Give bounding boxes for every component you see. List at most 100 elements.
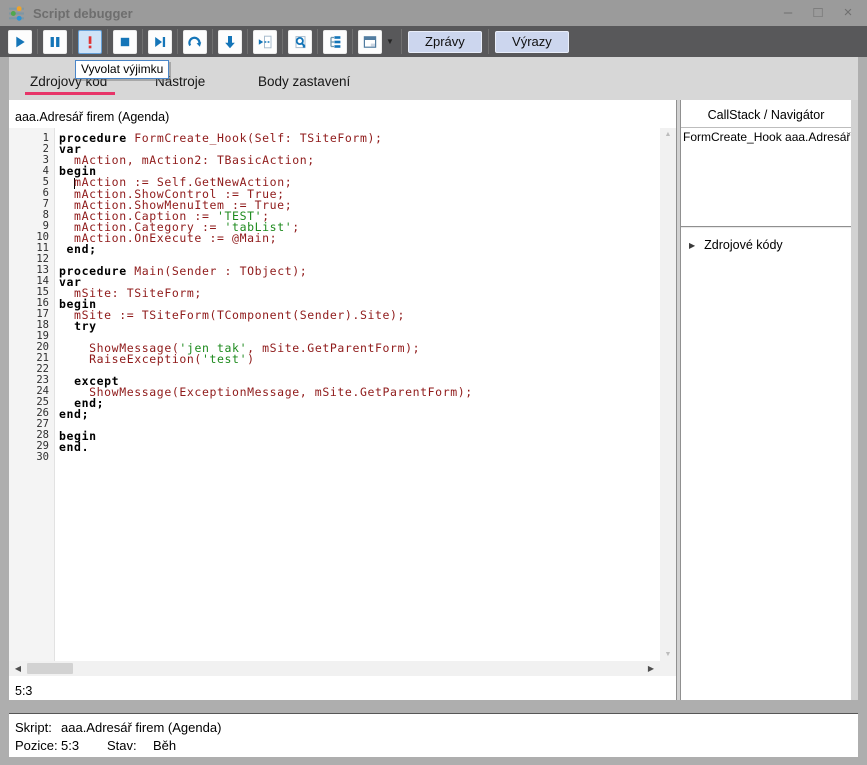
play-icon: [12, 34, 28, 50]
script-structure-button[interactable]: [323, 30, 347, 54]
toolbar-separator: [107, 29, 108, 54]
state-label: Stav:: [107, 738, 153, 753]
code-line[interactable]: procedure FormCreate_Hook(Self: TSiteFor…: [59, 133, 660, 144]
close-button[interactable]: ×: [839, 3, 857, 23]
state-value: Běh: [153, 738, 176, 753]
find-in-script-button[interactable]: [288, 30, 312, 54]
window-title: Script debugger: [33, 6, 133, 21]
toolbar-separator: [317, 29, 318, 54]
code-line[interactable]: end;: [59, 244, 660, 255]
expander-icon[interactable]: ▶: [689, 241, 695, 250]
horizontal-scrollbar[interactable]: ◀ ▶: [9, 661, 660, 676]
debug-toolbar: ▼ Zprávy Výrazy: [0, 26, 867, 57]
raise-exception-button[interactable]: [78, 30, 102, 54]
scroll-up-icon[interactable]: ▲: [665, 131, 672, 138]
maximize-button[interactable]: □: [809, 3, 827, 23]
callstack-panel: CallStack / Navigátor FormCreate_Hook aa…: [681, 100, 851, 700]
code-line[interactable]: RaiseException('test'): [59, 354, 660, 365]
code-line[interactable]: end;: [59, 409, 660, 420]
window-frame: Zdrojový kód Nástroje Body zastavení Vyv…: [0, 57, 867, 765]
run-button[interactable]: [8, 30, 32, 54]
code-line[interactable]: mAction.OnExecute := @Main;: [59, 233, 660, 244]
script-debugger-window: Script debugger – □ × ▼ Zprávy Výrazy Zdro…: [0, 0, 867, 765]
titlebar: Script debugger – □ ×: [0, 0, 867, 26]
run-to-cursor-button[interactable]: [253, 30, 277, 54]
tree-item-zdrojov-k-dy[interactable]: ▶ Zdrojové kódy: [681, 229, 851, 252]
stop-button[interactable]: [113, 30, 137, 54]
scroll-right-icon[interactable]: ▶: [642, 664, 660, 673]
messages-button[interactable]: Zprávy: [408, 31, 482, 53]
code-line[interactable]: mSite: TSiteForm;: [59, 288, 660, 299]
position-label: Pozice:: [15, 738, 61, 753]
status-row-script: Skript: aaa.Adresář firem (Agenda): [15, 720, 852, 735]
code-line[interactable]: ShowMessage(ExceptionMessage, mSite.GetP…: [59, 387, 660, 398]
navigator-tree: ▶ Zdrojové kódy: [681, 229, 851, 252]
code-line[interactable]: end.: [59, 442, 660, 453]
status-panel: Skript: aaa.Adresář firem (Agenda) Pozic…: [9, 713, 858, 757]
step-into-button[interactable]: [218, 30, 242, 54]
toolbar-separator: [282, 29, 283, 54]
code-line[interactable]: end;: [59, 398, 660, 409]
callstack-list: FormCreate_Hook aaa.Adresář fire: [681, 127, 851, 224]
toolbar-separator: [488, 29, 489, 54]
toolbar-separator: [247, 29, 248, 54]
scrollbar-thumb[interactable]: [27, 663, 73, 674]
code-editor[interactable]: procedure FormCreate_Hook(Self: TSiteFor…: [55, 128, 660, 661]
run-to-cursor-icon: [257, 34, 273, 50]
status-row-position: Pozice: 5:3 Stav: Běh: [15, 738, 852, 753]
find-icon: [292, 34, 308, 50]
code-line[interactable]: [59, 365, 660, 376]
exclamation-icon: [82, 34, 98, 50]
vertical-scrollbar[interactable]: ▲ ▼: [660, 128, 676, 661]
stop-icon: [117, 34, 133, 50]
scrollbar-corner: [660, 661, 676, 676]
editor-pane: aaa.Adresář firem (Agenda) 1234567891011…: [9, 100, 676, 700]
window-icon: [362, 34, 378, 50]
toolbar-separator: [212, 29, 213, 54]
line-number-gutter: 1234567891011121314151617181920212223242…: [9, 128, 55, 661]
step-over-button[interactable]: [183, 30, 207, 54]
tooltip: Vyvolat výjimku: [75, 60, 169, 79]
tree-icon: [327, 34, 343, 50]
code-line[interactable]: mAction, mAction2: TBasicAction;: [59, 155, 660, 166]
app-sliders-icon: [8, 5, 25, 22]
main-content: aaa.Adresář firem (Agenda) 1234567891011…: [9, 100, 858, 700]
code-line[interactable]: [59, 420, 660, 431]
cursor-position: 5:3: [9, 676, 676, 698]
active-tab-underline: [25, 92, 115, 95]
toolbar-separator: [352, 29, 353, 54]
code-line[interactable]: mSite := TSiteForm(TComponent(Sender).Si…: [59, 310, 660, 321]
hscroll-row: ◀ ▶: [9, 661, 676, 676]
expressions-button[interactable]: Výrazy: [495, 31, 569, 53]
script-title: aaa.Adresář firem (Agenda): [9, 100, 676, 128]
tree-item-label: Zdrojové kódy: [704, 238, 783, 252]
step-over-icon: [187, 34, 203, 50]
code-line[interactable]: [59, 453, 660, 464]
toolbar-separator: [177, 29, 178, 54]
tab-breakpoints[interactable]: Body zastavení: [258, 74, 350, 89]
step-into-icon: [222, 34, 238, 50]
step-next-button[interactable]: [148, 30, 172, 54]
code-line[interactable]: begin: [59, 431, 660, 442]
pause-button[interactable]: [43, 30, 67, 54]
toolbar-separator: [401, 29, 402, 54]
scroll-down-icon[interactable]: ▼: [665, 651, 672, 658]
toolbar-separator: [72, 29, 73, 54]
step-next-icon: [152, 34, 168, 50]
minimize-button[interactable]: –: [779, 3, 797, 23]
code-line[interactable]: try: [59, 321, 660, 332]
code-area: 1234567891011121314151617181920212223242…: [9, 128, 676, 661]
window-controls: – □ ×: [779, 3, 857, 23]
position-value: 5:3: [61, 738, 107, 753]
script-value: aaa.Adresář firem (Agenda): [61, 720, 221, 735]
toolbar-separator: [37, 29, 38, 54]
scroll-left-icon[interactable]: ◀: [9, 664, 27, 673]
windows-button[interactable]: [358, 30, 382, 54]
chevron-down-icon[interactable]: ▼: [386, 37, 394, 46]
callstack-item[interactable]: FormCreate_Hook aaa.Adresář fire: [681, 128, 851, 145]
line-number: 30: [9, 452, 54, 463]
tab-bar: Zdrojový kód Nástroje Body zastavení Vyv…: [9, 57, 858, 100]
code-line[interactable]: procedure Main(Sender : TObject);: [59, 266, 660, 277]
script-label: Skript:: [15, 720, 61, 735]
toolbar-separator: [142, 29, 143, 54]
